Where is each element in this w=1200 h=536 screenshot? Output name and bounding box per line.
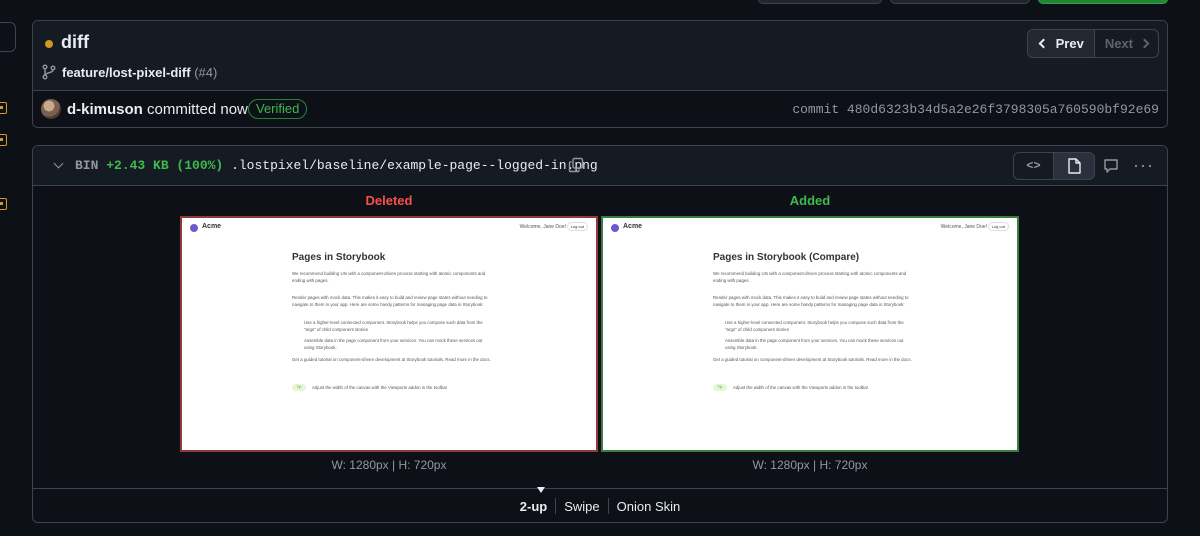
tutorial-paragraph: Get a guided tutorial on component-drive… [713, 357, 912, 362]
acme-logo-icon [190, 224, 198, 232]
list-item: Assemble data in the page component from… [725, 338, 904, 350]
file-diff-card: BIN +2.43 KB (100%) .lostpixel/baseline/… [32, 145, 1168, 523]
image-dimensions: W: 1280px | H: 720px [331, 458, 447, 472]
file-kind: BIN [75, 158, 99, 173]
rich-view-button[interactable] [1054, 153, 1094, 179]
tip-badge: Tip [713, 384, 727, 391]
commit-header: diff feature/lost-pixel-diff (#4) Prev N… [33, 21, 1167, 91]
logout-button: Log out [987, 222, 1009, 231]
avatar[interactable] [41, 99, 61, 119]
intro-paragraph: We recommend building UIs with a compone… [292, 271, 486, 283]
mode-2up[interactable]: 2-up [512, 499, 555, 514]
commit-time: committed now [147, 101, 248, 118]
intro-paragraph: We recommend building UIs with a compone… [713, 271, 907, 283]
tutorial-paragraph: Get a guided tutorial on component-drive… [292, 357, 491, 362]
list-item: Use a higher-level connected component. … [725, 320, 904, 332]
next-button[interactable]: Next [1095, 30, 1158, 57]
chevron-down-icon[interactable] [53, 158, 64, 169]
file-path[interactable]: .lostpixel/baseline/example-page--logged… [231, 158, 598, 173]
tip-text: Adjust the width of the canvas with the … [733, 385, 869, 390]
kebab-menu-icon[interactable]: ··· [1133, 156, 1154, 174]
image-diff-mode-switcher: 2-up Swipe Onion Skin [33, 487, 1167, 522]
sidebar-button-partial[interactable] [0, 22, 16, 52]
copy-icon[interactable] [568, 157, 584, 173]
toolbar-button-partial[interactable] [890, 0, 1030, 4]
mode-onion-skin[interactable]: Onion Skin [609, 499, 689, 514]
brand-name: Acme [202, 223, 222, 230]
added-label: Added [789, 193, 831, 208]
acme-logo-icon [611, 224, 619, 232]
source-view-button[interactable]: <> [1014, 153, 1054, 179]
added-panel: Added Acme Welcome, Jane Doe! Log out Pa… [601, 186, 1019, 472]
commit-title: diff [61, 32, 89, 52]
prev-button[interactable]: Prev [1027, 30, 1095, 57]
commit-author-line: d-kimuson committed now [67, 101, 248, 118]
next-label: Next [1104, 36, 1133, 51]
deleted-image: Acme Welcome, Jane Doe! Log out Pages in… [180, 216, 598, 452]
page-title: Pages in Storybook [292, 252, 386, 263]
file-size-change: +2.43 KB (100%) [106, 158, 224, 173]
active-mode-indicator-icon [537, 487, 545, 493]
changed-file-marker-icon[interactable] [0, 198, 7, 210]
commit-hash[interactable]: commit 480d6323b34d5a2e26f3798305a760590… [792, 102, 1159, 117]
branch-name[interactable]: feature/lost-pixel-diff [62, 65, 191, 80]
prev-label: Prev [1055, 36, 1084, 51]
added-image: Acme Welcome, Jane Doe! Log out Pages in… [601, 216, 1019, 452]
list-item: Assemble data in the page component from… [304, 338, 483, 350]
list-item: Use a higher-level connected component. … [304, 320, 483, 332]
welcome-text: Welcome, Jane Doe! [519, 224, 566, 230]
file-header-text: BIN +2.43 KB (100%) .lostpixel/baseline/… [75, 158, 598, 173]
pr-number[interactable]: (#4) [194, 65, 217, 80]
deleted-label: Deleted [365, 193, 413, 208]
tip-badge: Tip [292, 384, 306, 391]
page-title: Pages in Storybook (Compare) [713, 252, 860, 263]
mock-data-paragraph: Render pages with mock data. This makes … [713, 295, 909, 307]
verified-badge[interactable]: Verified [248, 99, 308, 119]
file-icon [1068, 158, 1081, 174]
changed-file-marker-icon[interactable] [0, 102, 7, 114]
mock-data-paragraph: Render pages with mock data. This makes … [292, 295, 488, 307]
chevron-right-icon [1139, 38, 1150, 49]
commit-pager: Prev Next [1026, 29, 1159, 58]
image-dimensions: W: 1280px | H: 720px [752, 458, 868, 472]
chevron-left-icon [1038, 38, 1049, 49]
deleted-panel: Deleted Acme Welcome, Jane Doe! Log out … [180, 186, 598, 472]
comment-icon[interactable] [1103, 158, 1119, 174]
changed-file-marker-icon[interactable] [0, 134, 7, 146]
file-header: BIN +2.43 KB (100%) .lostpixel/baseline/… [33, 146, 1167, 186]
branch-ref[interactable]: feature/lost-pixel-diff (#4) [62, 65, 217, 80]
status-dot-icon [45, 40, 53, 48]
view-toggle: <> [1013, 152, 1095, 180]
git-branch-icon [42, 64, 56, 80]
mode-swipe[interactable]: Swipe [556, 499, 607, 514]
toolbar-button-partial[interactable] [758, 0, 882, 4]
commit-card: diff feature/lost-pixel-diff (#4) Prev N… [32, 20, 1168, 128]
commit-meta: d-kimuson committed now Verified commit … [33, 91, 1167, 127]
toolbar-primary-button-partial[interactable] [1038, 0, 1168, 4]
tip-text: Adjust the width of the canvas with the … [312, 385, 448, 390]
author-name[interactable]: d-kimuson [67, 101, 143, 118]
logout-button: Log out [566, 222, 588, 231]
welcome-text: Welcome, Jane Doe! [940, 224, 987, 230]
brand-name: Acme [623, 223, 643, 230]
